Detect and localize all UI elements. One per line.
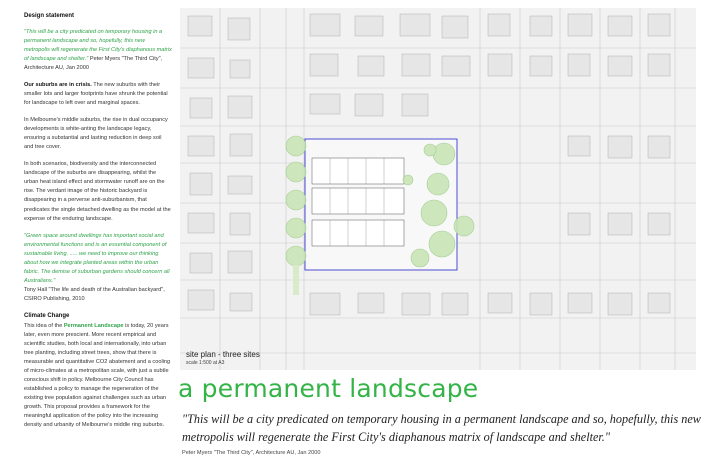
site-plan-drawing	[180, 8, 696, 370]
climate-change-paragraph: This idea of the Permanent Landscape is …	[24, 322, 172, 431]
hall-quote-text: "Green space around dwellings has import…	[24, 232, 170, 284]
hall-quote-citation: Tony Hall "The life and death of the Aus…	[24, 286, 165, 302]
hall-quote-paragraph: "Green space around dwellings has import…	[24, 232, 172, 304]
grass-strip	[293, 265, 299, 295]
quote-paragraph: "This will be a city predicated on tempo…	[24, 28, 172, 73]
main-quote-citation: Peter Myers "The Third City", Architectu…	[182, 450, 321, 456]
biodiversity-paragraph: In both scenarios, biodiversity and the …	[24, 161, 171, 222]
crisis-lead: Our suburbs are in crisis.	[24, 81, 92, 88]
site-plan-label: site plan - three sites scale 1:500 at A…	[186, 350, 260, 366]
design-statement-column: Design statement "This will be a city pr…	[24, 8, 172, 438]
climate-change-heading: Climate Change	[24, 312, 70, 319]
site-plan-scale: scale 1:500 at A3	[186, 360, 225, 366]
climate-pre: This idea of the	[24, 322, 63, 329]
main-quote: "This will be a city predicated on tempo…	[182, 412, 701, 445]
crisis-paragraph: Our suburbs are in crisis. The new subur…	[24, 81, 172, 108]
design-statement-heading: Design statement	[24, 13, 75, 19]
site-plan-title: site plan - three sites	[186, 350, 260, 359]
middle-suburbs-paragraph: In Melbourne's middle suburbs, the rise …	[24, 117, 168, 151]
townhouse-rows	[311, 157, 405, 247]
page-title: a permanent landscape	[178, 374, 479, 403]
climate-highlight: Permanent Landscape	[63, 322, 124, 329]
site-plan-svg	[180, 8, 696, 370]
climate-post: is today, 20 years later, even more pres…	[24, 322, 171, 429]
